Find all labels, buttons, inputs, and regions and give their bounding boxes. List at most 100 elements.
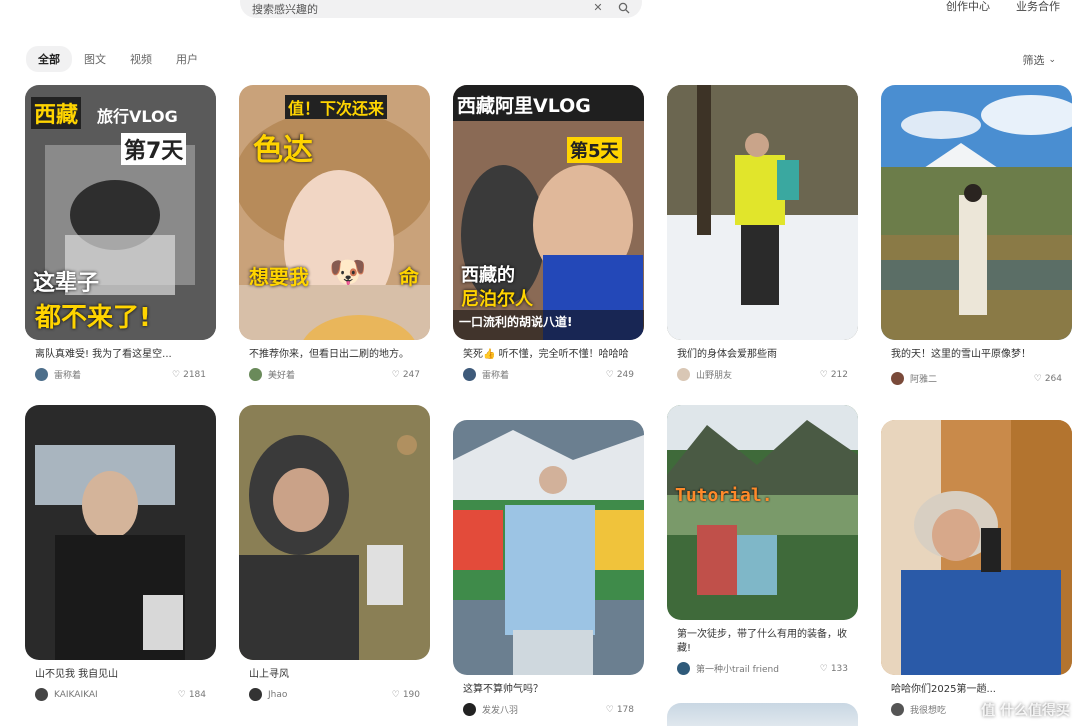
note-title[interactable]: 我们的身体会爱那些雨: [667, 348, 858, 362]
heart-icon[interactable]: ♡: [606, 705, 614, 715]
author-name[interactable]: 美好着: [268, 368, 295, 381]
note-title[interactable]: 这算不算帅气吗？: [453, 683, 644, 697]
watermark: 值 什么值得买: [981, 703, 1070, 719]
note-cover[interactable]: 西藏 旅行VLOG 第7天 这辈子 都不来了!: [25, 85, 216, 340]
sort-label: 筛选: [1022, 54, 1045, 67]
avatar[interactable]: [463, 703, 476, 716]
note-card[interactable]: 山上寻风 Jhao ♡ 190: [239, 405, 430, 701]
avatar[interactable]: [677, 662, 690, 675]
like-count: 184: [188, 689, 206, 700]
note-title[interactable]: 不推荐你来，但看日出二刷的地方。: [239, 348, 430, 362]
heart-icon[interactable]: ♡: [172, 370, 180, 380]
cover-photo: [667, 405, 858, 620]
note-cover[interactable]: [25, 405, 216, 660]
cover-text: Tutorial.: [675, 485, 773, 506]
author-name[interactable]: 山野朋友: [696, 368, 732, 381]
search-input[interactable]: 搜索感兴趣的: [252, 0, 592, 17]
sort-dropdown[interactable]: 筛选 ⌄: [1022, 52, 1056, 68]
author-name[interactable]: 我很想吃: [910, 703, 946, 716]
cover-text: 一口流利的胡说八道!: [459, 315, 573, 329]
cover-text: 值！下次还来: [285, 95, 388, 119]
cover-text: 西藏的: [461, 265, 515, 286]
cover-text: 尼泊尔人: [461, 289, 533, 310]
note-card[interactable]: 山不见我 我自见山 KAIKAIKAI ♡ 184: [25, 405, 216, 701]
note-cover[interactable]: [881, 85, 1072, 340]
cover-text: 想要我: [249, 265, 309, 289]
note-title[interactable]: 山不见我 我自见山: [25, 668, 216, 682]
note-card[interactable]: 值！下次还来 色达 想要我 🐶 命 不推荐你来，但看日出二刷的地方。 美好着 ♡…: [239, 85, 430, 381]
like-count: 2181: [183, 369, 206, 380]
note-card[interactable]: 我们的身体会爱那些雨 山野朋友 ♡ 212: [667, 85, 858, 381]
like-count: 249: [616, 369, 634, 380]
note-card[interactable]: 西藏阿里VLOG 第5天 西藏的 尼泊尔人 一口流利的胡说八道! 笑死👍 听不懂…: [453, 85, 644, 381]
note-title[interactable]: 第一次徒步，带了什么有用的装备，收藏!: [667, 628, 858, 656]
avatar[interactable]: [891, 372, 904, 385]
note-card[interactable]: 我的天！这里的雪山平原像梦！ 阿雅二 ♡ 264: [881, 85, 1072, 385]
author-name[interactable]: 雷称着: [482, 368, 509, 381]
cover-text: 西藏阿里VLOG: [457, 95, 591, 117]
cover-text: 命: [399, 265, 419, 289]
avatar[interactable]: [677, 368, 690, 381]
tab-video[interactable]: 视频: [118, 46, 164, 72]
business-link[interactable]: 业务合作: [1016, 0, 1060, 14]
cover-photo: [25, 405, 216, 660]
heart-icon[interactable]: ♡: [1034, 374, 1042, 384]
tab-all[interactable]: 全部: [26, 46, 72, 72]
author-name[interactable]: Jhao: [268, 690, 287, 700]
note-cover[interactable]: 值！下次还来 色达 想要我 🐶 命: [239, 85, 430, 340]
creator-center-link[interactable]: 创作中心: [946, 0, 990, 14]
note-cover[interactable]: Tutorial.: [667, 405, 858, 620]
cover-photo: [239, 405, 430, 660]
note-card[interactable]: Tutorial. 第一次徒步，带了什么有用的装备，收藏! 第一种小trail …: [667, 405, 858, 675]
like-count: 190: [402, 689, 420, 700]
author-name[interactable]: 阿雅二: [910, 372, 937, 385]
heart-icon[interactable]: ♡: [606, 370, 614, 380]
search-icon[interactable]: [618, 2, 630, 14]
note-card[interactable]: 西藏 旅行VLOG 第7天 这辈子 都不来了! 离队真难受! 我为了看这星空..…: [25, 85, 216, 381]
heart-icon[interactable]: ♡: [392, 690, 400, 700]
avatar[interactable]: [463, 368, 476, 381]
author-name[interactable]: 雷称着: [54, 368, 81, 381]
note-cover[interactable]: [453, 420, 644, 675]
note-cover[interactable]: [881, 420, 1072, 675]
note-cover-partial[interactable]: [667, 703, 858, 726]
author-name[interactable]: 第一种小trail friend: [696, 662, 779, 675]
note-cover[interactable]: [667, 85, 858, 340]
cover-text: 第5天: [567, 137, 622, 163]
cover-photo: [453, 420, 644, 675]
avatar[interactable]: [35, 688, 48, 701]
note-cover[interactable]: 西藏阿里VLOG 第5天 西藏的 尼泊尔人 一口流利的胡说八道!: [453, 85, 644, 340]
note-cover[interactable]: [239, 405, 430, 660]
tab-image-text[interactable]: 图文: [72, 46, 118, 72]
tab-users[interactable]: 用户: [164, 46, 210, 72]
note-card[interactable]: 哈哈你们2025第一趟... 我很想吃: [881, 420, 1072, 716]
cover-photo: [881, 420, 1072, 675]
like-count: 178: [616, 704, 634, 715]
heart-icon[interactable]: ♡: [820, 370, 828, 380]
cover-photo: [881, 85, 1072, 340]
dog-emoji-icon: 🐶: [329, 255, 367, 290]
cover-text: 西藏: [31, 97, 82, 129]
avatar[interactable]: [249, 688, 262, 701]
note-title[interactable]: 离队真难受! 我为了看这星空...: [25, 348, 216, 362]
search-bar[interactable]: 搜索感兴趣的 ✕: [240, 0, 642, 18]
note-title[interactable]: 哈哈你们2025第一趟...: [881, 683, 1072, 697]
like-count: 247: [402, 369, 420, 380]
avatar[interactable]: [35, 368, 48, 381]
heart-icon[interactable]: ♡: [178, 690, 186, 700]
note-title[interactable]: 我的天！这里的雪山平原像梦！: [881, 348, 1072, 362]
note-title[interactable]: 笑死👍 听不懂，完全听不懂！哈哈哈: [453, 348, 644, 362]
note-card[interactable]: 这算不算帅气吗？ 发发八羽 ♡ 178: [453, 420, 644, 716]
avatar[interactable]: [249, 368, 262, 381]
close-icon[interactable]: ✕: [592, 2, 604, 14]
top-links: 创作中心 业务合作: [946, 0, 1060, 14]
avatar[interactable]: [891, 703, 904, 716]
author-name[interactable]: KAIKAIKAI: [54, 690, 98, 700]
author-name[interactable]: 发发八羽: [482, 703, 518, 716]
note-title[interactable]: 山上寻风: [239, 668, 430, 682]
heart-icon[interactable]: ♡: [820, 664, 828, 674]
heart-icon[interactable]: ♡: [392, 370, 400, 380]
like-count: 133: [830, 663, 848, 674]
like-count: 264: [1044, 373, 1062, 384]
cover-text: 色达: [253, 133, 313, 168]
